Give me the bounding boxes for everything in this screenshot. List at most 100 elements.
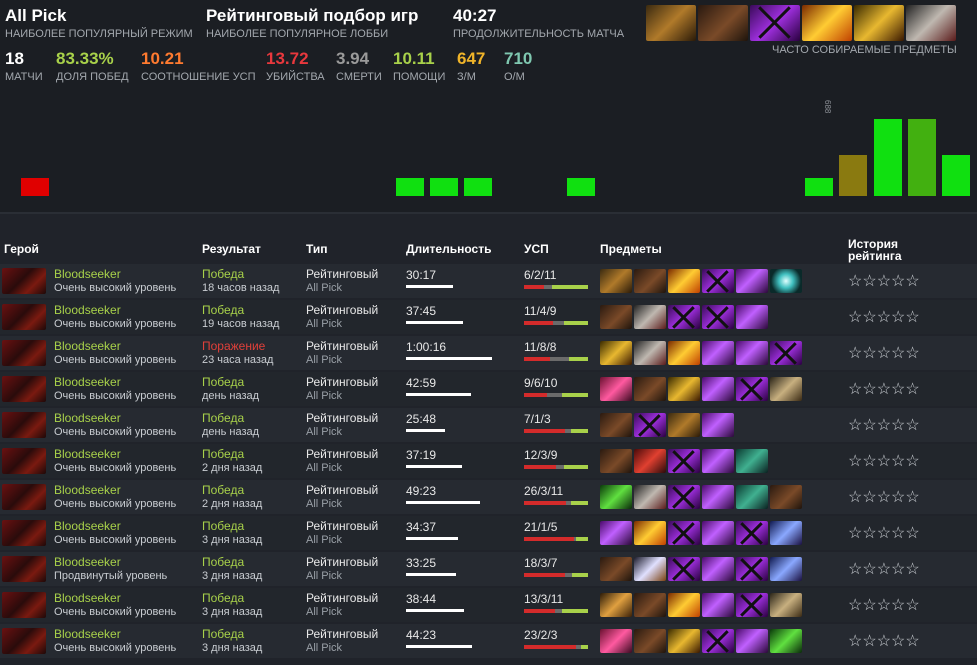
- rod-item-icon[interactable]: [600, 593, 632, 617]
- hero-name[interactable]: Bloodseeker: [54, 267, 121, 281]
- blade-item-icon[interactable]: [702, 341, 734, 365]
- match-row[interactable]: Bloodseeker Очень высокий уровень Победа 18…: [0, 264, 977, 298]
- column-rating-history[interactable]: История рейтинга: [848, 238, 938, 262]
- x-item-icon[interactable]: [736, 593, 768, 617]
- hero-name[interactable]: Bloodseeker: [54, 519, 121, 533]
- green-item-icon[interactable]: [600, 485, 632, 509]
- hero-name[interactable]: Bloodseeker: [54, 555, 121, 569]
- skull-item-icon[interactable]: [634, 305, 666, 329]
- fire-sword-icon[interactable]: [802, 5, 852, 41]
- green-item-icon[interactable]: [770, 629, 802, 653]
- boots-item-icon[interactable]: [770, 485, 802, 509]
- x-item-icon[interactable]: [668, 305, 700, 329]
- blue-item-icon[interactable]: [770, 521, 802, 545]
- hero-avatar[interactable]: [2, 304, 46, 330]
- helm-item-icon[interactable]: [668, 629, 700, 653]
- x-item-icon[interactable]: [634, 413, 666, 437]
- match-result[interactable]: Победа: [202, 267, 244, 281]
- boots-item-icon[interactable]: [634, 629, 666, 653]
- match-row[interactable]: Bloodseeker Продвинутый уровень Победа 3 дн…: [0, 552, 977, 586]
- match-row[interactable]: Bloodseeker Очень высокий уровень Победа 19…: [0, 300, 977, 334]
- match-result[interactable]: Победа: [202, 627, 244, 641]
- hero-name[interactable]: Bloodseeker: [54, 483, 121, 497]
- hero-avatar[interactable]: [2, 268, 46, 294]
- blade-item-icon[interactable]: [702, 413, 734, 437]
- hero-name[interactable]: Bloodseeker: [54, 447, 121, 461]
- hero-name[interactable]: Bloodseeker: [54, 339, 121, 353]
- column-duration[interactable]: Длительность: [406, 242, 491, 256]
- match-row[interactable]: Bloodseeker Очень высокий уровень Победа 3 …: [0, 588, 977, 622]
- teal-item-icon[interactable]: [736, 449, 768, 473]
- match-row[interactable]: Bloodseeker Очень высокий уровень Победа 3 …: [0, 516, 977, 550]
- fire-item-icon[interactable]: [668, 593, 700, 617]
- blade-item-icon[interactable]: [736, 629, 768, 653]
- hero-avatar[interactable]: [2, 556, 46, 582]
- match-result[interactable]: Победа: [202, 591, 244, 605]
- boots-icon[interactable]: [698, 5, 748, 41]
- match-result[interactable]: Победа: [202, 375, 244, 389]
- blade-item-icon[interactable]: [736, 305, 768, 329]
- match-result[interactable]: Победа: [202, 411, 244, 425]
- hero-avatar[interactable]: [2, 592, 46, 618]
- match-result[interactable]: Победа: [202, 447, 244, 461]
- blade-item-icon[interactable]: [736, 269, 768, 293]
- claws-item-icon[interactable]: [668, 413, 700, 437]
- hero-name[interactable]: Bloodseeker: [54, 303, 121, 317]
- column-type[interactable]: Тип: [306, 242, 328, 256]
- fire-item-icon[interactable]: [668, 341, 700, 365]
- boots-item-icon[interactable]: [634, 269, 666, 293]
- hero-name[interactable]: Bloodseeker: [54, 375, 121, 389]
- boots-item-icon[interactable]: [634, 377, 666, 401]
- red-item-icon[interactable]: [634, 449, 666, 473]
- skull-item-icon[interactable]: [634, 485, 666, 509]
- column-result[interactable]: Результат: [202, 242, 261, 256]
- x-item-icon[interactable]: [702, 269, 734, 293]
- x-item-icon[interactable]: [702, 629, 734, 653]
- blade-item-icon[interactable]: [702, 485, 734, 509]
- boots-item-icon[interactable]: [600, 413, 632, 437]
- pink-item-icon[interactable]: [600, 629, 632, 653]
- sword-item-icon[interactable]: [634, 557, 666, 581]
- blade-item-icon[interactable]: [702, 557, 734, 581]
- hero-avatar[interactable]: [2, 340, 46, 366]
- match-result[interactable]: Победа: [202, 555, 244, 569]
- hero-avatar[interactable]: [2, 448, 46, 474]
- match-row[interactable]: Bloodseeker Очень высокий уровень Победа де…: [0, 408, 977, 442]
- hero-name[interactable]: Bloodseeker: [54, 627, 121, 641]
- blade-item-icon[interactable]: [702, 521, 734, 545]
- boots-item-icon[interactable]: [600, 557, 632, 581]
- hero-avatar[interactable]: [2, 484, 46, 510]
- blade-item-icon[interactable]: [702, 593, 734, 617]
- scroll-item-icon[interactable]: [770, 377, 802, 401]
- x-item-icon[interactable]: [668, 521, 700, 545]
- match-result[interactable]: Победа: [202, 519, 244, 533]
- skull-icon[interactable]: [906, 5, 956, 41]
- blade-item-icon[interactable]: [702, 377, 734, 401]
- helm-item-icon[interactable]: [668, 377, 700, 401]
- blue-item-icon[interactable]: [770, 557, 802, 581]
- boots-item-icon[interactable]: [600, 449, 632, 473]
- x-item-icon[interactable]: [668, 449, 700, 473]
- match-row[interactable]: Bloodseeker Очень высокий уровень Победа 2 …: [0, 444, 977, 478]
- skull-item-icon[interactable]: [634, 341, 666, 365]
- column-kda[interactable]: УСП: [524, 242, 549, 256]
- hero-avatar[interactable]: [2, 628, 46, 654]
- claws-item-icon[interactable]: [600, 269, 632, 293]
- helm-item-icon[interactable]: [600, 341, 632, 365]
- x-item-icon[interactable]: [702, 305, 734, 329]
- match-row[interactable]: Bloodseeker Очень высокий уровень Поражени…: [0, 336, 977, 370]
- match-result[interactable]: Победа: [202, 303, 244, 317]
- hero-name[interactable]: Bloodseeker: [54, 591, 121, 605]
- scroll-item-icon[interactable]: [770, 593, 802, 617]
- claws-icon[interactable]: [646, 5, 696, 41]
- teal-item-icon[interactable]: [736, 485, 768, 509]
- match-row[interactable]: Bloodseeker Очень высокий уровень Победа де…: [0, 372, 977, 406]
- match-row[interactable]: Bloodseeker Очень высокий уровень Победа 2 …: [0, 480, 977, 514]
- hero-avatar[interactable]: [2, 520, 46, 546]
- x-item-icon[interactable]: [736, 377, 768, 401]
- column-hero[interactable]: Герой: [4, 242, 39, 256]
- x-item-icon[interactable]: [770, 341, 802, 365]
- hero-name[interactable]: Bloodseeker: [54, 411, 121, 425]
- helm-icon[interactable]: [854, 5, 904, 41]
- match-result[interactable]: Поражение: [202, 339, 265, 353]
